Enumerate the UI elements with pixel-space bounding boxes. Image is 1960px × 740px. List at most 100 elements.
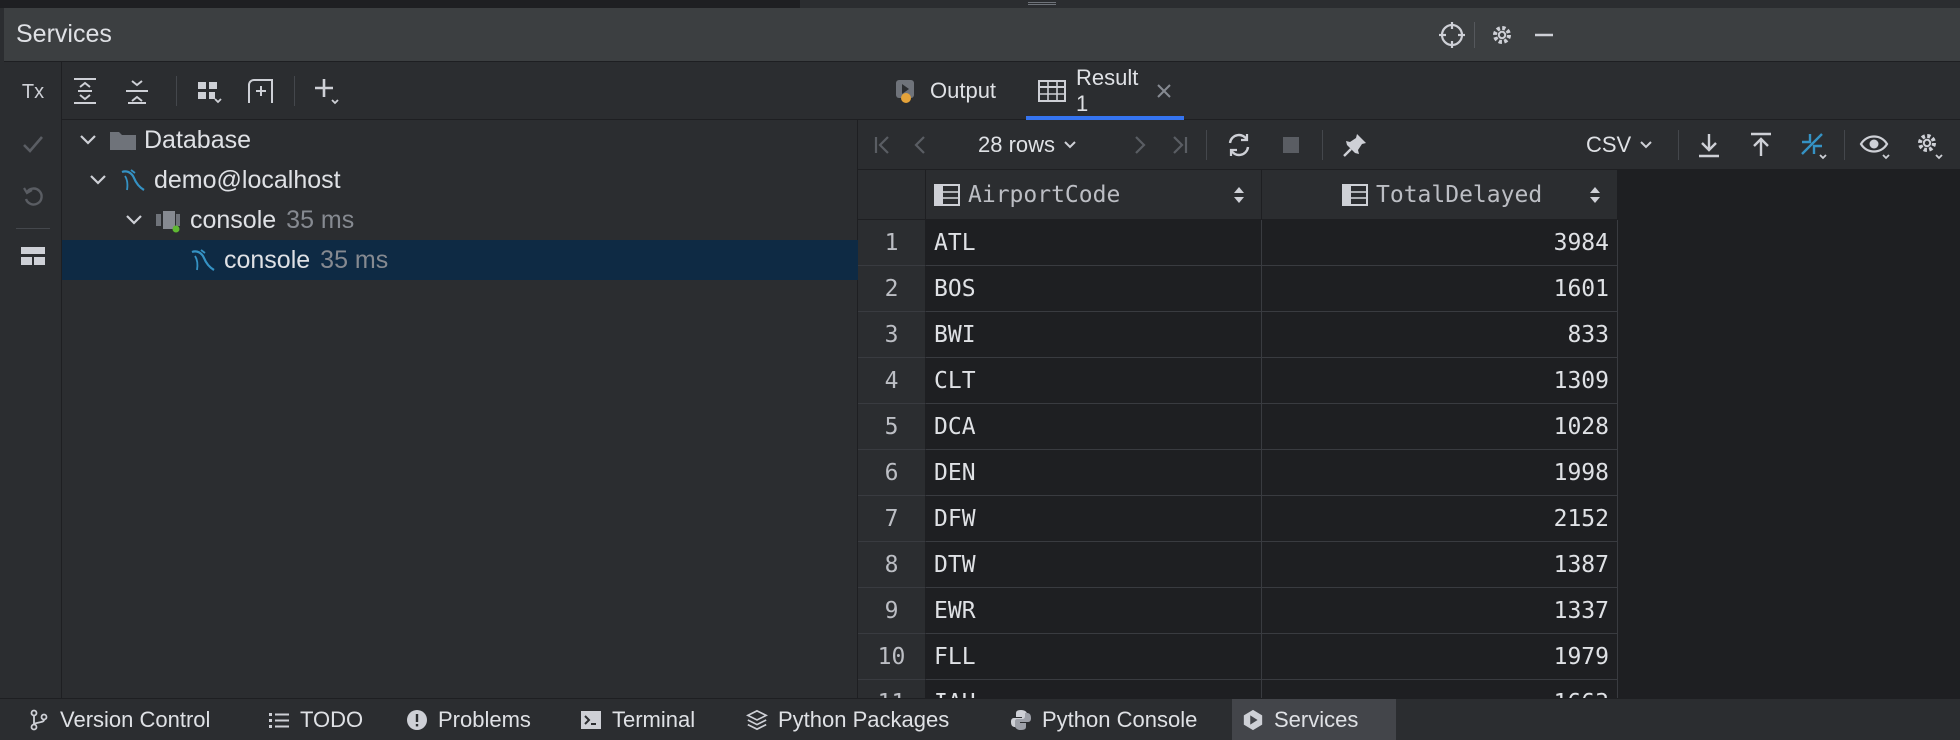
resize-handle[interactable] bbox=[1028, 2, 1056, 5]
cell-airportcode[interactable]: DTW bbox=[926, 542, 1262, 588]
cell-totaldelayed[interactable]: 1998 bbox=[1262, 450, 1618, 496]
expand-all-icon[interactable] bbox=[68, 74, 102, 108]
chevron-down-icon[interactable] bbox=[124, 210, 144, 230]
rows-count-dropdown[interactable]: 28 rows bbox=[978, 128, 1077, 162]
tree-node-datasource[interactable]: demo@localhost bbox=[62, 160, 858, 200]
rollback-icon[interactable] bbox=[17, 180, 49, 212]
cell-totaldelayed[interactable]: 833 bbox=[1262, 312, 1618, 358]
tab-label: Problems bbox=[438, 707, 531, 732]
cell-totaldelayed[interactable]: 1979 bbox=[1262, 634, 1618, 680]
first-page-icon[interactable] bbox=[866, 128, 900, 162]
cell-airportcode[interactable]: FLL bbox=[926, 634, 1262, 680]
tab-problems[interactable]: Problems bbox=[396, 699, 541, 740]
cell-airportcode[interactable]: BWI bbox=[926, 312, 1262, 358]
cell-totaldelayed[interactable]: 1309 bbox=[1262, 358, 1618, 404]
cell-totaldelayed[interactable]: 1663 bbox=[1262, 680, 1618, 698]
stop-icon[interactable] bbox=[1274, 128, 1308, 162]
cell-totaldelayed[interactable]: 1028 bbox=[1262, 404, 1618, 450]
tree-node-console-session[interactable]: console 35 ms bbox=[62, 200, 858, 240]
chevron-down-icon[interactable] bbox=[88, 170, 108, 190]
gear-icon[interactable] bbox=[1486, 19, 1518, 51]
table-row[interactable]: 11IAH1663 bbox=[858, 680, 1618, 698]
column-name: TotalDelayed bbox=[1376, 181, 1543, 208]
layout-icon[interactable] bbox=[17, 240, 49, 272]
execution-time: 35 ms bbox=[320, 245, 389, 274]
grid-settings-gear-icon[interactable] bbox=[1912, 128, 1946, 162]
cell-totaldelayed[interactable]: 1601 bbox=[1262, 266, 1618, 312]
output-icon bbox=[894, 78, 918, 104]
tab-label: Output bbox=[930, 78, 997, 103]
terminal-icon bbox=[580, 709, 602, 731]
cell-airportcode[interactable]: EWR bbox=[926, 588, 1262, 634]
tree-node-database[interactable]: Database bbox=[62, 120, 858, 160]
cell-airportcode[interactable]: ATL bbox=[926, 220, 1262, 266]
table-row[interactable]: 8 DTW 1387 bbox=[858, 542, 1618, 588]
column-header-totaldelayed[interactable]: TotalDelayed bbox=[1262, 170, 1618, 220]
toolbar-separator bbox=[1206, 130, 1207, 160]
next-page-icon[interactable] bbox=[1122, 128, 1156, 162]
column-icon bbox=[934, 183, 960, 207]
download-icon[interactable] bbox=[1692, 128, 1726, 162]
tab-todo[interactable]: TODO bbox=[258, 699, 373, 740]
table-row[interactable]: 2 BOS 1601 bbox=[858, 266, 1618, 312]
result-tabs: Output Result 1 bbox=[858, 62, 1960, 120]
refresh-icon[interactable] bbox=[1222, 128, 1256, 162]
cell-totaldelayed[interactable]: 2152 bbox=[1262, 496, 1618, 542]
gutter-separator bbox=[16, 228, 50, 229]
table-row[interactable]: 1 ATL 3984 bbox=[858, 220, 1618, 266]
cell-totaldelayed[interactable]: 3984 bbox=[1262, 220, 1618, 266]
table-row[interactable]: 5 DCA 1028 bbox=[858, 404, 1618, 450]
tab-label: Python Packages bbox=[778, 707, 950, 732]
table-row[interactable]: 9 EWR 1337 bbox=[858, 588, 1618, 634]
mysql-icon bbox=[118, 165, 148, 195]
cell-airportcode[interactable]: DEN bbox=[926, 450, 1262, 496]
table-row[interactable]: 7 DFW 2152 bbox=[858, 496, 1618, 542]
tab-result-1[interactable]: Result 1 bbox=[1026, 62, 1184, 120]
add-icon[interactable] bbox=[310, 74, 344, 108]
cell-airportcode[interactable]: IAH bbox=[926, 680, 1262, 698]
view-eye-icon[interactable] bbox=[1858, 128, 1892, 162]
group-by-icon[interactable] bbox=[192, 74, 226, 108]
tool-window-bar: Version Control TODO Problems Terminal P… bbox=[0, 698, 1960, 740]
cell-totaldelayed[interactable]: 1337 bbox=[1262, 588, 1618, 634]
cell-airportcode[interactable]: DFW bbox=[926, 496, 1262, 542]
tab-label: Version Control bbox=[60, 707, 211, 732]
tab-version-control[interactable]: Version Control bbox=[18, 699, 220, 740]
upload-icon[interactable] bbox=[1744, 128, 1778, 162]
compare-icon[interactable] bbox=[1796, 128, 1830, 162]
cell-airportcode[interactable]: BOS bbox=[926, 266, 1262, 312]
previous-page-icon[interactable] bbox=[904, 128, 938, 162]
export-format-label: CSV bbox=[1586, 132, 1632, 157]
cell-airportcode[interactable]: CLT bbox=[926, 358, 1262, 404]
commit-check-icon[interactable] bbox=[17, 128, 49, 160]
pin-icon[interactable] bbox=[1338, 128, 1372, 162]
tab-output[interactable]: Output bbox=[882, 62, 1008, 120]
minimize-icon[interactable] bbox=[1528, 19, 1560, 51]
tree-node-console[interactable]: console 35 ms bbox=[62, 240, 858, 280]
table-row[interactable]: 3 BWI 833 bbox=[858, 312, 1618, 358]
locate-icon[interactable] bbox=[1436, 19, 1468, 51]
new-service-icon[interactable] bbox=[244, 74, 278, 108]
export-format-dropdown[interactable]: CSV bbox=[1586, 128, 1653, 162]
table-row[interactable]: 6 DEN 1998 bbox=[858, 450, 1618, 496]
column-header-airportcode[interactable]: AirportCode bbox=[926, 170, 1262, 220]
sort-icon[interactable] bbox=[1233, 185, 1245, 205]
tab-python-packages[interactable]: Python Packages bbox=[736, 699, 959, 740]
sort-icon[interactable] bbox=[1589, 185, 1601, 205]
close-icon[interactable] bbox=[1156, 83, 1172, 99]
layers-icon bbox=[746, 709, 768, 731]
toolbar-separator bbox=[1678, 130, 1679, 160]
tab-python-console[interactable]: Python Console bbox=[1000, 699, 1207, 740]
cell-airportcode[interactable]: DCA bbox=[926, 404, 1262, 450]
table-row[interactable]: 10 FLL 1979 bbox=[858, 634, 1618, 680]
tab-terminal[interactable]: Terminal bbox=[570, 699, 705, 740]
transaction-mode-icon[interactable]: Tx bbox=[17, 76, 49, 108]
collapse-all-icon[interactable] bbox=[120, 74, 154, 108]
chevron-down-icon[interactable] bbox=[78, 130, 98, 150]
last-page-icon[interactable] bbox=[1162, 128, 1196, 162]
cell-totaldelayed[interactable]: 1387 bbox=[1262, 542, 1618, 588]
table-row[interactable]: 4 CLT 1309 bbox=[858, 358, 1618, 404]
session-icon bbox=[154, 205, 184, 235]
tab-services[interactable]: Services bbox=[1232, 699, 1396, 740]
row-number: 4 bbox=[858, 358, 926, 404]
